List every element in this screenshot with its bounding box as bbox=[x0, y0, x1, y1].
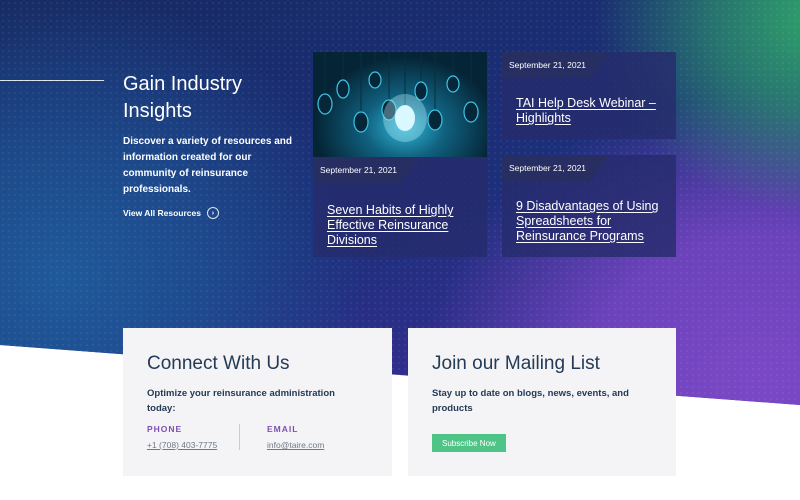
connect-title: Connect With Us bbox=[147, 353, 290, 374]
chevron-right-icon: › bbox=[206, 207, 219, 219]
view-all-resources-link[interactable]: View All Resources › bbox=[123, 207, 219, 219]
resource-card[interactable]: September 21, 2021 TAI Help Desk Webinar… bbox=[502, 52, 676, 139]
resource-date: September 21, 2021 bbox=[502, 155, 610, 181]
resource-date: September 21, 2021 bbox=[502, 52, 610, 78]
mailing-title: Join our Mailing List bbox=[432, 353, 600, 374]
resource-title-link[interactable]: TAI Help Desk Webinar – Highlights bbox=[516, 96, 661, 126]
view-all-label: View All Resources bbox=[123, 208, 201, 218]
phone-label: PHONE bbox=[147, 424, 183, 434]
resource-card[interactable]: September 21, 2021 Seven Habits of Highl… bbox=[313, 52, 487, 257]
connect-panel: Connect With Us Optimize your reinsuranc… bbox=[123, 328, 392, 476]
phone-block: PHONE +1 (708) 403-7775 bbox=[147, 424, 217, 450]
resource-title-link[interactable]: Seven Habits of Highly Effective Reinsur… bbox=[327, 203, 467, 248]
mailing-panel: Join our Mailing List Stay up to date on… bbox=[408, 328, 676, 476]
email-block: EMAIL info@taire.com bbox=[267, 424, 324, 450]
section-rule bbox=[0, 80, 104, 81]
email-label: EMAIL bbox=[267, 424, 299, 434]
resource-card[interactable]: September 21, 2021 9 Disadvantages of Us… bbox=[502, 155, 676, 257]
email-link[interactable]: info@taire.com bbox=[267, 440, 324, 450]
connect-subtitle: Optimize your reinsurance administration… bbox=[147, 388, 335, 414]
subscribe-button[interactable]: Subscribe Now bbox=[432, 434, 506, 452]
resource-date: September 21, 2021 bbox=[313, 157, 421, 183]
phone-link[interactable]: +1 (708) 403-7775 bbox=[147, 440, 217, 450]
resource-title-link[interactable]: 9 Disadvantages of Using Spreadsheets fo… bbox=[516, 199, 666, 244]
contact-divider bbox=[239, 424, 240, 450]
section-description: Discover a variety of resources and info… bbox=[123, 136, 292, 195]
section-title: Gain Industry Insights bbox=[123, 73, 242, 122]
mailing-subtitle: Stay up to date on blogs, news, events, … bbox=[432, 388, 629, 414]
lightbulbs-image bbox=[313, 52, 487, 157]
